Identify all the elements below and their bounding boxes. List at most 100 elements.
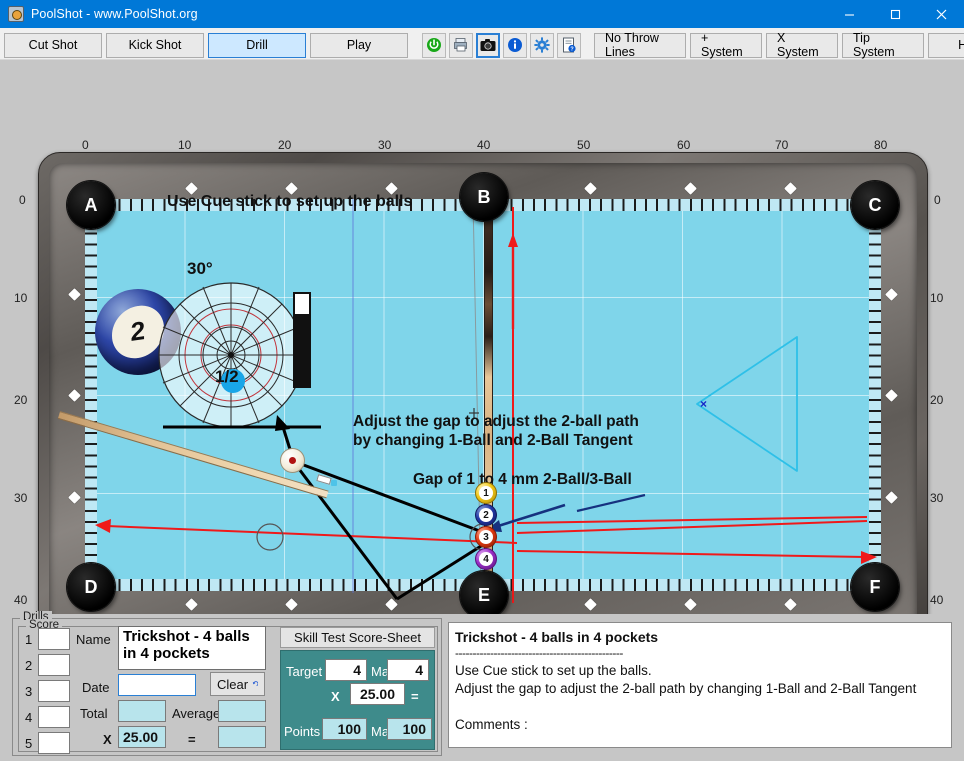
button-help[interactable]: Help (928, 32, 964, 58)
pocket-c[interactable]: C (851, 181, 899, 229)
score-input-3[interactable] (38, 680, 70, 702)
camera-icon[interactable] (476, 32, 500, 58)
button-no-throw-lines[interactable]: No Throw Lines (594, 31, 686, 59)
rail-diamond (784, 598, 797, 611)
ball-4-number: 4 (479, 552, 493, 566)
score-input-4[interactable] (38, 706, 70, 728)
target-label: Target (286, 664, 323, 679)
rail-diamond (784, 182, 797, 195)
date-input[interactable] (118, 674, 196, 696)
info-icon[interactable] (503, 32, 527, 58)
ball-3-number: 3 (479, 530, 493, 544)
teal-equals-label: = (411, 689, 419, 704)
print-icon[interactable] (449, 32, 473, 58)
annotation-gap: Gap of 1 to 4 mm 2-Ball/3-Ball (413, 471, 632, 488)
cue-ball[interactable] (280, 448, 305, 473)
right-ruler-40: 40 (930, 593, 944, 607)
tab-play[interactable]: Play (310, 32, 408, 58)
score-row-label-5: 5 (25, 736, 33, 751)
clear-button[interactable]: Clear (210, 672, 265, 696)
aim-line-to-pocket-f-1 (516, 550, 866, 558)
description-title: Trickshot - 4 balls in 4 pockets (455, 629, 659, 645)
rail-diamond (885, 491, 898, 504)
target-max-value: 4 (387, 659, 429, 681)
rack-center-marker: × (700, 397, 707, 411)
top-ruler-40: 40 (477, 138, 491, 152)
total-value (118, 700, 166, 722)
top-ruler-80: 80 (874, 138, 888, 152)
multiplier-input[interactable]: 25.00 (118, 726, 166, 748)
power-icon[interactable] (422, 32, 446, 58)
settings-gear-icon[interactable] (530, 32, 554, 58)
help-document-icon[interactable]: ? (557, 32, 581, 58)
pocket-d[interactable]: D (67, 563, 115, 611)
description-line-1: Use Cue stick to set up the balls. (455, 663, 652, 679)
rail-diamond (68, 491, 81, 504)
annotation-setup: Use Cue stick to set up the balls (167, 193, 413, 210)
tab-drill[interactable]: Drill (208, 32, 306, 58)
rail-diamond (885, 288, 898, 301)
maximize-button[interactable] (872, 0, 918, 28)
arrowhead-to-pocket-d (95, 519, 111, 533)
rail-diamond (385, 598, 398, 611)
bottom-panel: Drills Score 1 2 3 4 5 Name Trickshot - … (0, 611, 964, 761)
pocket-a[interactable]: A (67, 181, 115, 229)
button-x-system[interactable]: X System (766, 31, 838, 59)
top-ruler-10: 10 (178, 138, 192, 152)
gap-callout-line (576, 493, 646, 513)
teal-multiplier-input[interactable]: 25.00 (350, 683, 405, 705)
pool-table[interactable]: × 2 Use Cue stick to set up the balls 30… (38, 152, 928, 614)
rail-diamond (584, 182, 597, 195)
equals-label: = (188, 732, 196, 747)
button-tip-system[interactable]: Tip System (842, 31, 924, 59)
main-toolbar: Cut Shot Kick Shot Drill Play ? No Throw… (0, 28, 964, 60)
teal-multiply-label: X (331, 689, 340, 704)
pool-table-stage[interactable]: 0 10 20 30 40 50 60 70 80 0 10 20 30 40 … (0, 60, 964, 614)
left-ruler-20: 20 (14, 393, 28, 407)
ball-4[interactable]: 4 (475, 548, 497, 570)
pocket-f[interactable]: F (851, 563, 899, 611)
clear-button-label: Clear (217, 676, 249, 692)
average-value (218, 700, 266, 722)
average-label: Average (172, 706, 221, 721)
power-meter[interactable] (293, 292, 311, 388)
minimize-button[interactable] (826, 0, 872, 28)
arrowhead-to-pocket-b (508, 233, 518, 247)
skill-test-header[interactable]: Skill Test Score-Sheet (280, 627, 435, 648)
tab-kick-shot[interactable]: Kick Shot (106, 32, 204, 58)
target-value[interactable]: 4 (325, 659, 367, 681)
aim-line-to-pocket-d (106, 525, 518, 544)
score-row-label-2: 2 (25, 658, 33, 673)
rail-diamond (584, 598, 597, 611)
rail-diamond (885, 389, 898, 402)
close-button[interactable] (918, 0, 964, 28)
score-input-1[interactable] (38, 628, 70, 650)
rail-diamond (684, 182, 697, 195)
score-input-5[interactable] (38, 732, 70, 754)
power-meter-fill (295, 314, 309, 386)
comments-label: Comments : (455, 716, 528, 732)
drill-name-input[interactable]: Trickshot - 4 balls in 4 pockets (118, 626, 266, 670)
ball-1[interactable]: 1 (475, 482, 497, 504)
top-ruler-20: 20 (278, 138, 292, 152)
pocket-b[interactable]: B (460, 173, 508, 221)
ball-2[interactable]: 2 (475, 504, 497, 526)
ball-2-number: 2 (479, 508, 493, 522)
score-input-2[interactable] (38, 654, 70, 676)
table-rail-frame: × 2 Use Cue stick to set up the balls 30… (49, 163, 917, 614)
rail-diamond (68, 389, 81, 402)
drill-description-panel[interactable]: Trickshot - 4 balls in 4 pockets -------… (448, 622, 952, 748)
left-ruler-0: 0 (19, 193, 26, 207)
pocket-e[interactable]: E (460, 571, 508, 614)
tab-cut-shot[interactable]: Cut Shot (4, 32, 102, 58)
rail-diamond (684, 598, 697, 611)
ball-3[interactable]: 3 (475, 526, 497, 548)
rack-triangle-outline (696, 336, 798, 472)
button-plus-system[interactable]: + System (690, 31, 762, 59)
multiply-label: X (103, 732, 112, 747)
total-label: Total (80, 706, 108, 721)
cue-tip-secondary (331, 480, 337, 486)
points-label: Points (284, 724, 321, 739)
cue-ball-spot (289, 457, 296, 464)
right-ruler-20: 20 (930, 393, 944, 407)
